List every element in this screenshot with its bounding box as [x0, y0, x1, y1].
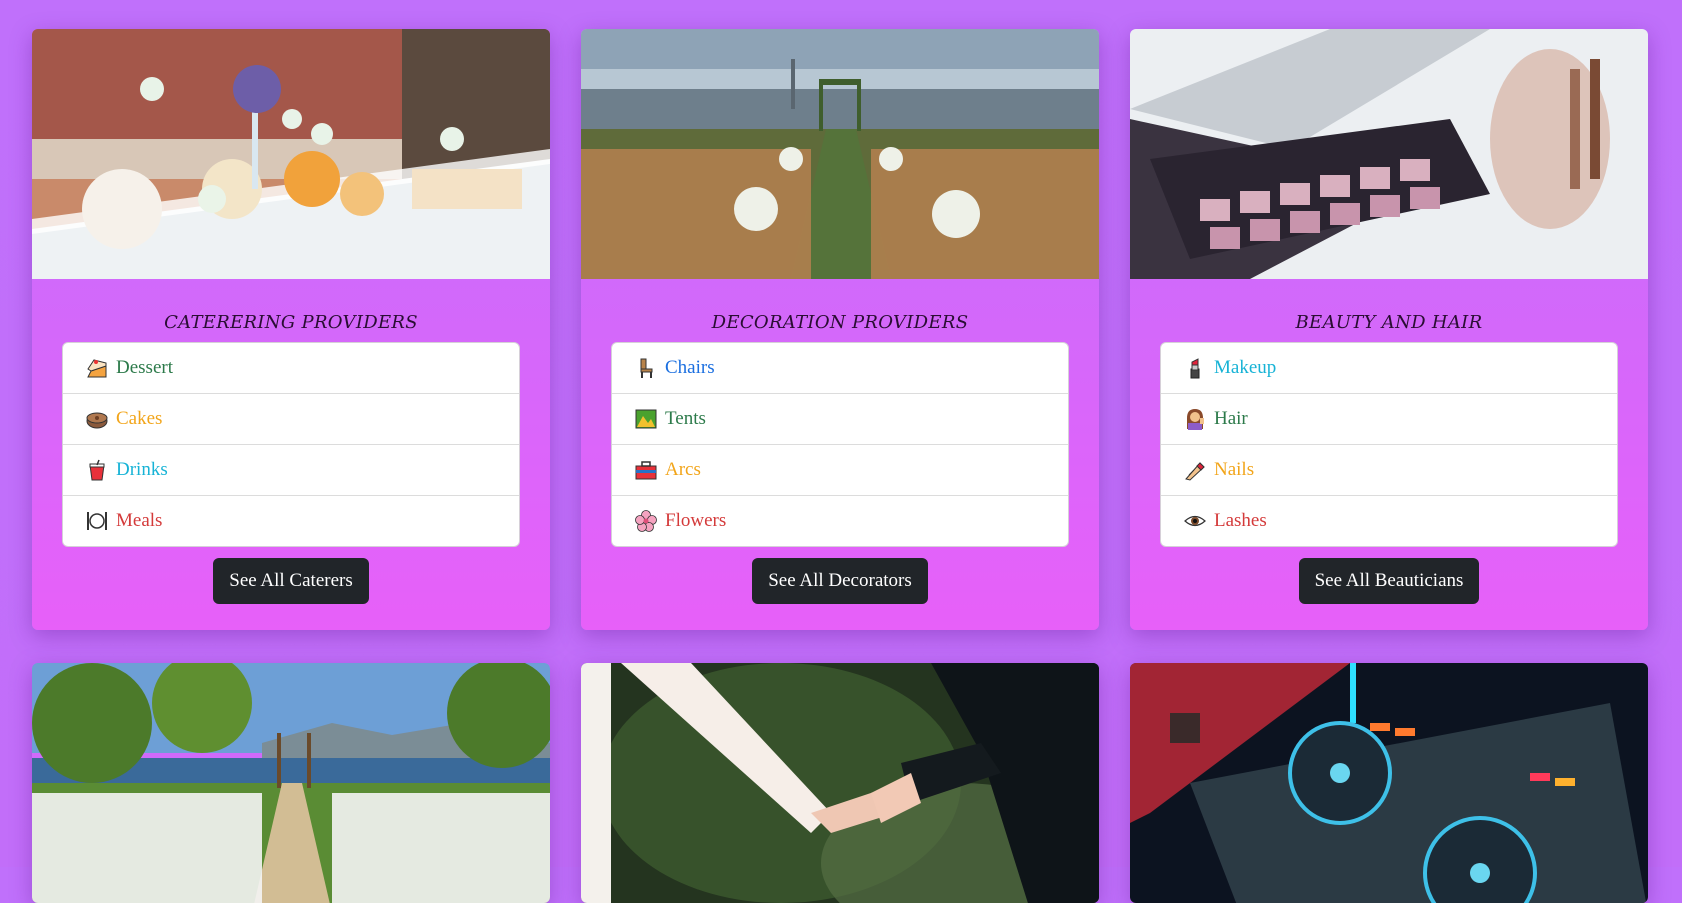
list-item-flowers[interactable]: Flowers — [612, 495, 1068, 546]
eye-icon — [1182, 508, 1208, 534]
cake-icon — [84, 355, 110, 381]
beauty-card: BEAUTY AND HAIR Makeup Hair Nails Lashes… — [1130, 29, 1648, 630]
list-item-tents[interactable]: Tents — [612, 393, 1068, 444]
card-title: BEAUTY AND HAIR — [1295, 312, 1483, 333]
list-item-label: Hair — [1214, 408, 1248, 429]
list-item-makeup[interactable]: Makeup — [1161, 343, 1617, 393]
couple-card — [581, 663, 1099, 903]
see-all-decorators-button[interactable]: See All Decorators — [752, 558, 928, 604]
cherry-blossom-icon — [633, 508, 659, 534]
list-item-label: Tents — [665, 408, 706, 429]
holding-hands-photo — [581, 663, 1099, 903]
music-card — [1130, 663, 1648, 903]
card-title: DECORATION PROVIDERS — [711, 312, 969, 333]
decoration-card: DECORATION PROVIDERS Chairs Tents Arcs F… — [581, 29, 1099, 630]
woman-tipping-hand-icon — [1182, 406, 1208, 432]
services-grid: CATERERING PROVIDERS Dessert Cakes Drink… — [32, 29, 1648, 903]
plate-cutlery-icon — [84, 508, 110, 534]
card-title: CATERERING PROVIDERS — [164, 312, 418, 333]
list-item-drinks[interactable]: Drinks — [63, 444, 519, 495]
lakeside-ceremony-photo — [32, 663, 550, 903]
list-item-meals[interactable]: Meals — [63, 495, 519, 546]
catering-card: CATERERING PROVIDERS Dessert Cakes Drink… — [32, 29, 550, 630]
toolbox-icon — [633, 457, 659, 483]
list-item-nails[interactable]: Nails — [1161, 444, 1617, 495]
list-item-hair[interactable]: Hair — [1161, 393, 1617, 444]
list-item-label: Makeup — [1214, 357, 1277, 378]
list-item-arcs[interactable]: Arcs — [612, 444, 1068, 495]
drink-cup-icon — [84, 457, 110, 483]
list-item-lashes[interactable]: Lashes — [1161, 495, 1617, 546]
list-item-cakes[interactable]: Cakes — [63, 393, 519, 444]
nail-polish-icon — [1182, 457, 1208, 483]
see-all-beauticians-button[interactable]: See All Beauticians — [1298, 558, 1480, 604]
service-list: Makeup Hair Nails Lashes — [1160, 342, 1618, 547]
list-item-label: Nails — [1214, 459, 1255, 480]
chair-icon — [633, 355, 659, 381]
list-item-label: Dessert — [116, 357, 173, 378]
makeup-palette-photo — [1130, 29, 1648, 279]
list-item-label: Flowers — [665, 510, 727, 531]
dessert-table-photo — [32, 29, 550, 279]
service-list: Chairs Tents Arcs Flowers — [611, 342, 1069, 547]
list-item-label: Meals — [116, 510, 163, 531]
lipstick-icon — [1182, 355, 1208, 381]
list-item-chairs[interactable]: Chairs — [612, 343, 1068, 393]
list-item-dessert[interactable]: Dessert — [63, 343, 519, 393]
list-item-label: Chairs — [665, 357, 715, 378]
see-all-caterers-button[interactable]: See All Caterers — [213, 558, 369, 604]
rooftop-ceremony-photo — [581, 29, 1099, 279]
list-item-label: Lashes — [1214, 510, 1267, 531]
mooncake-icon — [84, 406, 110, 432]
dj-controller-photo — [1130, 663, 1648, 903]
venue-card — [32, 663, 550, 903]
list-item-label: Drinks — [116, 459, 168, 480]
service-list: Dessert Cakes Drinks Meals — [62, 342, 520, 547]
list-item-label: Arcs — [665, 459, 701, 480]
list-item-label: Cakes — [116, 408, 163, 429]
national-park-icon — [633, 406, 659, 432]
